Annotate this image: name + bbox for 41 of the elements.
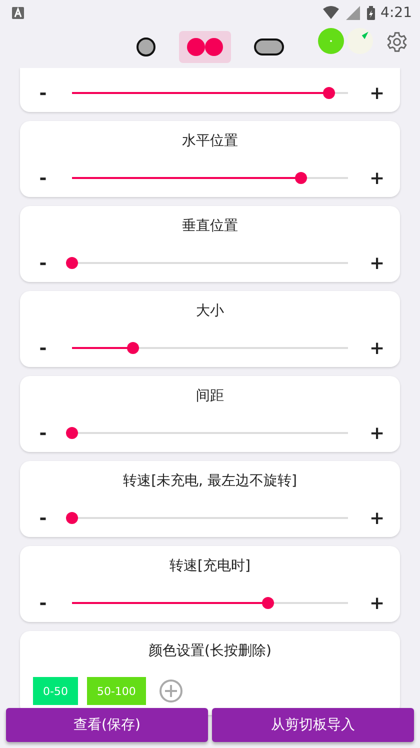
slider-thumb[interactable] <box>66 427 78 439</box>
double-circle-icon <box>186 37 224 57</box>
decrease-button[interactable]: - <box>33 422 53 444</box>
slider-thumb[interactable] <box>66 512 78 524</box>
setting-title: 转速[未充电, 最左边不旋转] <box>122 472 298 491</box>
increase-button[interactable]: + <box>367 252 387 274</box>
decrease-button[interactable]: - <box>33 82 53 104</box>
setting-title: 垂直位置 <box>181 217 239 236</box>
slider-thumb[interactable] <box>295 172 308 184</box>
slider-thumb[interactable] <box>66 257 78 269</box>
add-icon[interactable] <box>158 679 183 703</box>
decrease-button[interactable]: - <box>33 168 53 188</box>
increase-button[interactable]: + <box>367 508 387 528</box>
setting-title: 颜色设置(长按删除) <box>148 642 272 661</box>
decrease-button[interactable]: - <box>33 508 53 528</box>
signal-icon <box>344 6 361 20</box>
increase-button[interactable]: + <box>367 168 387 188</box>
status-time: 4:21 <box>380 5 412 21</box>
increase-button[interactable]: + <box>367 422 387 444</box>
decrease-button[interactable]: - <box>33 252 53 274</box>
settings-icon[interactable] <box>386 31 408 53</box>
decrease-button[interactable]: - <box>33 338 53 358</box>
increase-button[interactable]: + <box>367 592 387 614</box>
action-button[interactable]: 从剪切板导入 <box>212 708 414 742</box>
setting-title: 转速[充电时] <box>168 557 252 576</box>
increase-button[interactable]: + <box>367 338 387 358</box>
pill-icon <box>254 38 284 56</box>
slider-thumb[interactable] <box>126 342 139 354</box>
action-button[interactable]: 查看(保存) <box>6 708 208 742</box>
battery-icon <box>366 6 375 20</box>
increase-button[interactable]: + <box>367 82 387 104</box>
setting-title: 大小 <box>195 302 225 321</box>
slider-thumb[interactable] <box>262 597 274 609</box>
floating-ball-icon <box>347 28 373 54</box>
decrease-button[interactable]: - <box>33 592 53 614</box>
setting-title: 水平位置 <box>181 132 239 151</box>
floating-ball-icon <box>318 28 344 54</box>
slider-thumb[interactable] <box>322 87 335 99</box>
setting-title: 间距 <box>195 387 225 406</box>
wifi-icon <box>322 6 339 20</box>
circle-icon <box>136 37 156 57</box>
